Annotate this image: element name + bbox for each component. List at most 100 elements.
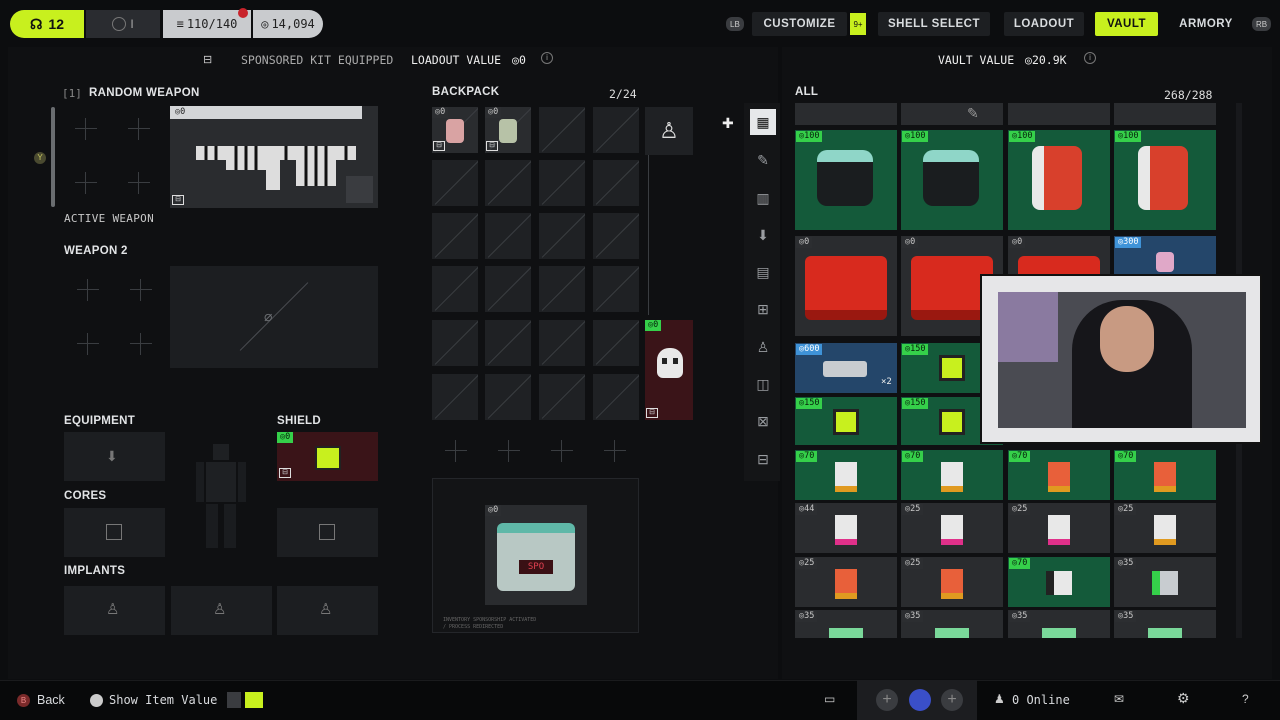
attachment-slot[interactable] [77,279,99,301]
equipment-slot[interactable]: ⬇ [64,432,165,481]
filter-consumables-icon[interactable]: ▥ [750,185,776,211]
vault-item[interactable]: ◎70 [1114,450,1216,500]
chat-icon[interactable]: ▭ [824,692,835,706]
vault-item[interactable] [1114,103,1216,125]
character-slot[interactable]: ♙ [645,107,693,155]
vault-item[interactable]: ◎100 [901,130,1003,230]
inspect-icon[interactable]: ⊟ [172,195,184,205]
quick-slot[interactable] [551,440,573,462]
implant-slot[interactable]: ♙ [171,586,272,635]
weapon2-slot[interactable]: ⌀ [170,266,378,368]
vault-item[interactable]: ◎35 [1114,610,1216,638]
inspect-icon[interactable]: ⊟ [646,408,658,418]
backpack-slot[interactable] [593,320,639,366]
backpack-slot[interactable] [593,374,639,420]
vault-item[interactable] [795,103,897,125]
backpack-slot[interactable]: ◎0 ⊟ [432,107,478,153]
tab-loadout[interactable]: LOADOUT [1004,12,1084,36]
attachment-slot[interactable] [130,279,152,301]
attachment-slot[interactable] [75,118,97,140]
backpack-slot[interactable] [539,320,585,366]
filter-cores-icon[interactable]: ◫ [750,371,776,397]
tab-shell-select[interactable]: SHELL SELECT [878,12,990,36]
backpack-slot[interactable] [539,107,585,153]
backpack-slot[interactable] [485,266,531,312]
vault-item[interactable]: ✎ [901,103,1003,125]
filter-implants-icon[interactable]: ♙ [750,334,776,360]
attachment-slot[interactable] [130,333,152,355]
rank-badge[interactable]: I [86,10,160,38]
attachment-slot[interactable] [77,333,99,355]
attachment-slot[interactable] [75,172,97,194]
backpack-slot[interactable] [432,320,478,366]
filter-ammo-icon[interactable]: ▤ [750,259,776,285]
add-party-icon[interactable]: + [941,689,963,711]
online-count[interactable]: 0 Online [1012,693,1070,707]
backpack-slot[interactable] [593,107,639,153]
backpack-slot[interactable] [432,266,478,312]
quick-slot[interactable] [445,440,467,462]
y-button[interactable]: Y [34,152,46,164]
backpack-slot[interactable] [539,160,585,206]
backpack-slot[interactable] [593,213,639,259]
filter-keys-icon[interactable]: ⊠ [750,408,776,434]
weapon1-slot[interactable]: ◎0 ⊟ [170,106,378,208]
core-slot[interactable] [277,508,378,557]
shield-slot[interactable]: ◎0 ⊟ [277,432,378,481]
tab-armory[interactable]: ARMORY [1170,12,1242,36]
vault-item[interactable]: ◎35 [1114,557,1216,607]
tab-vault[interactable]: VAULT [1095,12,1158,36]
backpack-slot[interactable] [432,160,478,206]
vault-item[interactable]: ◎35 [795,610,897,638]
vault-item[interactable]: ◎35 [1008,610,1110,638]
backpack-slot[interactable] [485,320,531,366]
backpack-slot[interactable] [593,160,639,206]
vault-item[interactable]: ◎150 [795,397,897,445]
backpack-slot[interactable] [539,266,585,312]
mail-icon[interactable]: ✉ [1114,692,1124,706]
inspect-icon[interactable]: ⊟ [433,141,445,151]
vault-item[interactable]: ◎0 [795,236,897,336]
vault-item[interactable]: ◎25 [901,503,1003,553]
backpack-slot[interactable] [593,266,639,312]
info-icon[interactable]: i [541,52,553,64]
back-button[interactable]: Back [37,693,65,707]
vault-item[interactable]: ◎25 [1114,503,1216,553]
backpack-slot[interactable] [432,374,478,420]
backpack-slot[interactable]: ◎0 ⊟ [485,107,531,153]
kit-card[interactable]: ◎0 SPO [485,505,587,605]
backpack-slot[interactable] [432,213,478,259]
player-avatar[interactable] [909,689,931,711]
show-item-value-button[interactable]: Show Item Value [109,693,217,707]
backpack-slot[interactable] [539,374,585,420]
credits-badge[interactable]: ◎ 14,094 [253,10,323,38]
vault-item[interactable]: ◎70 [1008,450,1110,500]
vault-item[interactable]: ◎100 [1114,130,1216,230]
quick-slot[interactable] [498,440,520,462]
vault-item[interactable]: ◎70 [795,450,897,500]
backpack-slot[interactable] [485,160,531,206]
vault-item[interactable]: ◎100 [795,130,897,230]
rb-button[interactable]: RB [1252,17,1272,31]
vault-item[interactable]: ◎44 [795,503,897,553]
backpack-slot[interactable] [485,374,531,420]
backpack-slot[interactable] [539,213,585,259]
vault-item[interactable] [1008,103,1110,125]
filter-all-icon[interactable]: ▦ [750,109,776,135]
settings-icon[interactable]: ⚙ [1177,690,1190,707]
filter-mods-icon[interactable]: ⊞ [750,296,776,322]
core-slot[interactable] [64,508,165,557]
sponsor-kit-panel[interactable]: ◎0 SPO INVENTORY SPONSORSHIP ACTIVATED /… [432,478,639,633]
vault-item[interactable]: ◎25 [1008,503,1110,553]
vault-item[interactable]: ◎70 [901,450,1003,500]
help-icon[interactable]: ? [1242,692,1249,706]
filter-misc-icon[interactable]: ⊟ [750,446,776,472]
weapon-mod-slot[interactable] [346,176,373,203]
level-badge[interactable]: ☊ 12 [10,10,84,38]
side-item-slot[interactable]: ◎0 ⊟ [645,320,693,420]
filter-weapons-icon[interactable]: ✎ [750,147,776,173]
info-icon[interactable]: i [1084,52,1096,64]
attachment-slot[interactable] [128,118,150,140]
toggle-icon[interactable] [227,692,241,708]
vault-item[interactable]: ◎600 ×2 [795,343,897,393]
